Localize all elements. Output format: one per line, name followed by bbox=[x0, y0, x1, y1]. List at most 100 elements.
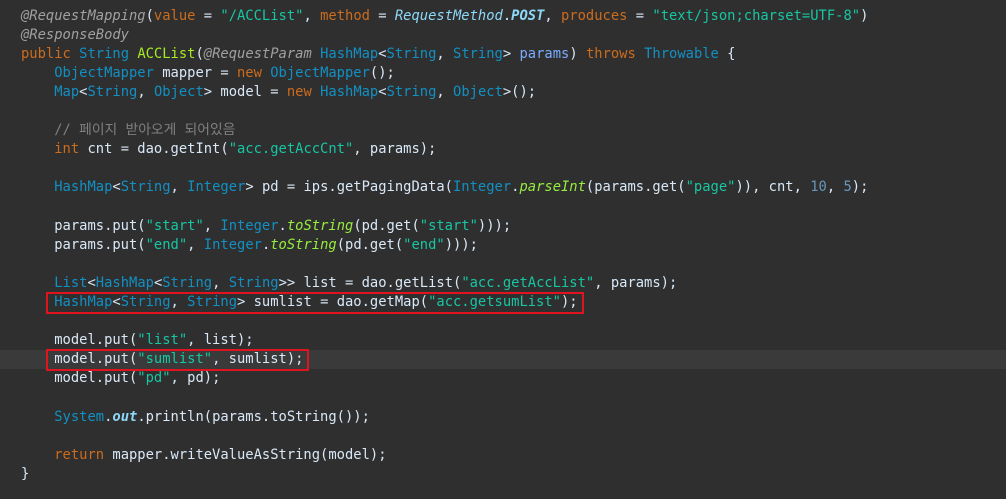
code-line[interactable] bbox=[0, 159, 1006, 178]
code-token: HashMap bbox=[54, 179, 113, 196]
code-line[interactable]: HashMap<String, Integer> pd = ips.getPag… bbox=[0, 178, 1006, 197]
code-token: "page" bbox=[685, 179, 736, 196]
code-token: "/ACCList" bbox=[220, 7, 304, 24]
code-line[interactable] bbox=[0, 102, 1006, 121]
code-line-text: System.out.println(params.toString()); bbox=[21, 408, 370, 427]
code-token: . bbox=[502, 7, 512, 24]
code-token: List bbox=[54, 274, 88, 291]
code-token: < bbox=[112, 179, 121, 196]
code-token: > pd = ips.getPagingData( bbox=[245, 179, 453, 196]
code-line-text: ObjectMapper mapper = new ObjectMapper()… bbox=[21, 64, 395, 83]
code-token: , bbox=[544, 7, 562, 24]
code-token: (pd.get( bbox=[336, 236, 404, 253]
code-token: < bbox=[87, 274, 96, 291]
code-line[interactable]: ObjectMapper mapper = new ObjectMapper()… bbox=[0, 64, 1006, 83]
code-line[interactable]: Map<String, Object> model = new HashMap<… bbox=[0, 83, 1006, 102]
code-token: (pd.get( bbox=[353, 217, 420, 234]
code-token: ) bbox=[569, 45, 586, 62]
code-token: , bbox=[203, 217, 221, 234]
code-token: String bbox=[386, 45, 437, 62]
code-token: mapper.writeValueAsString(model); bbox=[104, 446, 387, 463]
code-line[interactable]: public String ACCList(@RequestParam Hash… bbox=[0, 45, 1006, 64]
code-line[interactable]: model.put("list", list); bbox=[0, 331, 1006, 350]
code-token: < bbox=[378, 45, 387, 62]
code-token: @ResponseBody bbox=[21, 26, 129, 43]
code-token: . bbox=[261, 236, 271, 253]
code-line[interactable] bbox=[0, 427, 1006, 446]
code-line[interactable]: params.put("end", Integer.toString(pd.ge… bbox=[0, 236, 1006, 255]
code-token: String bbox=[228, 274, 279, 291]
code-token: String bbox=[120, 179, 171, 196]
code-line-text: // 페이지 받아오게 되어있음 bbox=[21, 121, 235, 140]
code-token: .println(params.toString()); bbox=[137, 408, 370, 425]
code-token: "start" bbox=[145, 217, 204, 234]
code-token: , bbox=[170, 179, 188, 196]
code-token: Integer bbox=[453, 179, 512, 196]
code-token: produces bbox=[561, 7, 628, 24]
code-token: return bbox=[54, 446, 105, 463]
code-line-text: int cnt = dao.getInt("acc.getAccCnt", pa… bbox=[21, 140, 436, 159]
code-line[interactable]: List<HashMap<String, String>> list = dao… bbox=[0, 274, 1006, 293]
code-line[interactable]: model.put("pd", pd); bbox=[0, 369, 1006, 388]
code-token: "end" bbox=[403, 236, 445, 253]
code-line[interactable]: System.out.println(params.toString()); bbox=[0, 408, 1006, 427]
code-line[interactable] bbox=[0, 198, 1006, 217]
code-line[interactable] bbox=[0, 389, 1006, 408]
code-token: . bbox=[278, 217, 287, 234]
code-line[interactable] bbox=[0, 312, 1006, 331]
code-token: >> list = dao.getList( bbox=[278, 274, 462, 291]
code-token: params bbox=[519, 45, 570, 62]
code-token: , bbox=[436, 83, 454, 100]
code-line[interactable]: int cnt = dao.getInt("acc.getAccCnt", pa… bbox=[0, 140, 1006, 159]
code-token: RequestMethod bbox=[394, 7, 503, 24]
code-token: < bbox=[378, 83, 387, 100]
code-line[interactable]: @RequestMapping(value = "/ACCList", meth… bbox=[0, 7, 1006, 26]
code-token: throws bbox=[585, 45, 636, 62]
code-token: , bbox=[212, 274, 229, 291]
code-line[interactable]: return mapper.writeValueAsString(model); bbox=[0, 446, 1006, 465]
code-token: Integer bbox=[187, 179, 246, 196]
code-token: ACCList bbox=[137, 45, 196, 62]
code-token: "acc.getAccCnt" bbox=[228, 141, 354, 158]
code-token: { bbox=[718, 45, 736, 62]
code-token: params.put( bbox=[21, 236, 146, 253]
code-line-text: model.put("list", list); bbox=[21, 331, 253, 350]
code-token: "start" bbox=[419, 217, 478, 234]
code-token: > model = bbox=[203, 83, 287, 100]
code-token: > bbox=[502, 45, 520, 62]
code-token: public bbox=[21, 45, 80, 62]
code-line[interactable]: @ResponseBody bbox=[0, 26, 1006, 45]
code-token: new bbox=[286, 83, 312, 100]
code-editor[interactable]: @RequestMapping(value = "/ACCList", meth… bbox=[0, 0, 1006, 499]
code-line[interactable]: params.put("start", Integer.toString(pd.… bbox=[0, 217, 1006, 236]
code-token: ))); bbox=[444, 236, 478, 253]
code-line[interactable]: } bbox=[0, 465, 1006, 484]
code-line-text: } bbox=[21, 465, 29, 484]
code-token: cnt = dao.getInt( bbox=[79, 141, 229, 158]
code-token: "list" bbox=[137, 332, 188, 349]
code-token: ); bbox=[851, 179, 869, 196]
code-token: value bbox=[153, 7, 196, 24]
highlight-box bbox=[46, 349, 310, 372]
code-line[interactable]: // 페이지 받아오게 되어있음 bbox=[0, 121, 1006, 140]
code-token: toString bbox=[286, 217, 354, 234]
code-token: , bbox=[303, 7, 321, 24]
code-line-text: Map<String, Object> model = new HashMap<… bbox=[21, 83, 536, 102]
code-line-text: return mapper.writeValueAsString(model); bbox=[21, 446, 387, 465]
code-token: Object bbox=[453, 83, 503, 100]
code-token: int bbox=[54, 141, 80, 158]
code-token: model.put( bbox=[21, 370, 138, 387]
code-line[interactable] bbox=[0, 255, 1006, 274]
code-line-text: List<HashMap<String, String>> list = dao… bbox=[21, 274, 677, 293]
code-token: HashMap bbox=[320, 83, 379, 100]
code-token: ))); bbox=[477, 217, 512, 234]
code-token: Throwable bbox=[644, 45, 719, 62]
